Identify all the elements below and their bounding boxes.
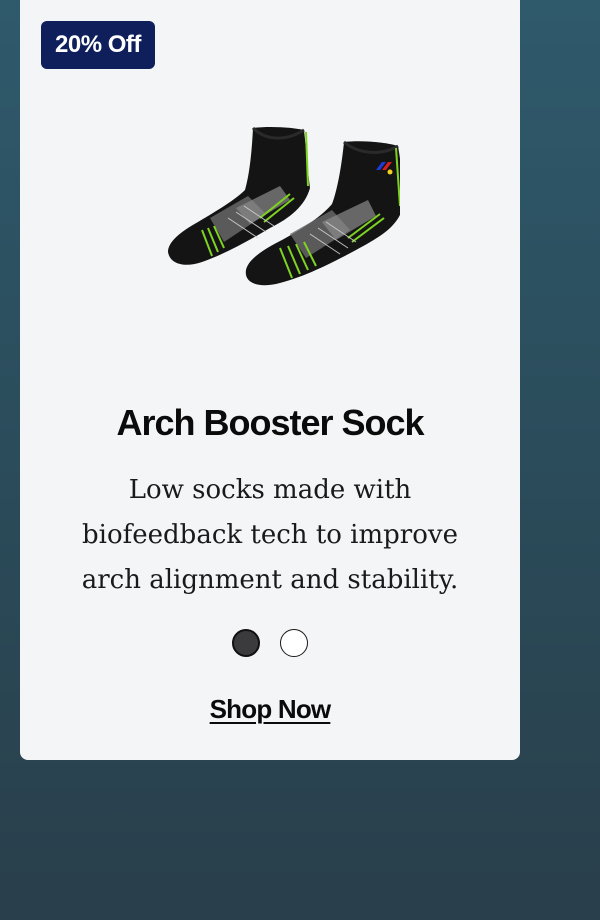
product-card[interactable]: 20% Off Arch Booster Sock Low socks made…: [20, 0, 520, 760]
product-title: Arch Booster Sock: [116, 402, 424, 443]
shop-now-link[interactable]: Shop Now: [210, 694, 332, 724]
discount-badge: 20% Off: [41, 21, 155, 69]
shop-now-container: Shop Now: [20, 694, 520, 725]
sock-pair-image[interactable]: [140, 118, 400, 298]
color-swatch-white[interactable]: [280, 629, 308, 657]
color-swatches: [20, 629, 520, 657]
color-swatch-black[interactable]: [232, 629, 260, 657]
product-description: Low socks made with biofeedback tech to …: [81, 475, 459, 595]
